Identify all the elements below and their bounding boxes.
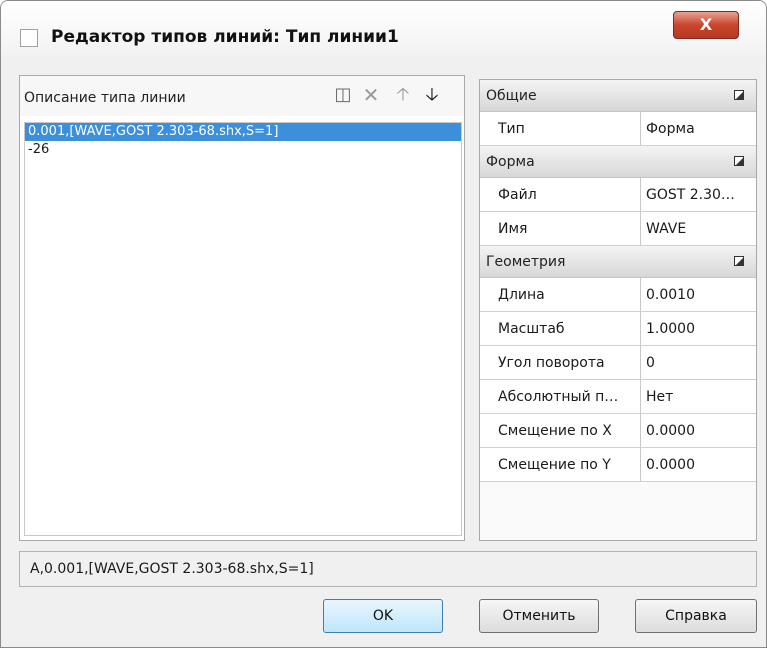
- property-divider: [640, 380, 641, 413]
- property-row[interactable]: Угол поворота 0: [480, 346, 756, 380]
- property-value[interactable]: 0: [646, 355, 752, 371]
- property-row[interactable]: Масштаб 1.0000: [480, 312, 756, 346]
- description-line[interactable]: 0.001,[WAVE,GOST 2.303-68.shx,S=1]: [25, 123, 461, 141]
- title-bar[interactable]: Редактор типов линий: Тип линии1 X: [1, 1, 766, 57]
- property-row[interactable]: Смещение по X 0.0000: [480, 414, 756, 448]
- property-value[interactable]: Нет: [646, 389, 752, 405]
- property-value[interactable]: 0.0000: [646, 457, 752, 473]
- ok-button[interactable]: OK: [323, 599, 443, 633]
- property-value[interactable]: 1.0000: [646, 321, 752, 337]
- property-divider: [640, 112, 641, 145]
- description-list[interactable]: 0.001,[WAVE,GOST 2.303-68.shx,S=1] -26: [24, 122, 462, 536]
- property-group-header[interactable]: Общие: [480, 80, 756, 112]
- property-name: Смещение по Y: [498, 457, 611, 473]
- window-title: Редактор типов линий: Тип линии1: [51, 27, 399, 47]
- line-type-editor-dialog: Редактор типов линий: Тип линии1 X Описа…: [0, 0, 767, 648]
- delete-icon[interactable]: ✕: [360, 84, 382, 106]
- property-group-label: Форма: [486, 154, 535, 170]
- property-group-label: Общие: [486, 88, 537, 104]
- property-name: Масштаб: [498, 321, 565, 337]
- help-label: Справка: [665, 608, 727, 624]
- property-row[interactable]: Файл GOST 2.30…: [480, 178, 756, 212]
- cancel-label: Отменить: [502, 608, 576, 624]
- property-row[interactable]: Длина 0.0010: [480, 278, 756, 312]
- line-definition-text: A,0.001,[WAVE,GOST 2.303-68.shx,S=1]: [30, 561, 314, 577]
- new-icon[interactable]: ◫: [332, 84, 354, 106]
- property-name: Тип: [498, 121, 525, 137]
- description-line[interactable]: -26: [25, 141, 461, 159]
- property-divider: [640, 414, 641, 447]
- property-divider: [640, 312, 641, 345]
- line-definition-field: A,0.001,[WAVE,GOST 2.303-68.shx,S=1]: [19, 551, 757, 587]
- property-value[interactable]: GOST 2.30…: [646, 187, 752, 203]
- property-group-header[interactable]: Форма: [480, 146, 756, 178]
- collapse-icon[interactable]: [734, 256, 744, 266]
- property-grid: Общие Тип Форма Форма Файл GOST 2.30… Имя WAVE Г…: [479, 79, 757, 541]
- property-divider: [640, 212, 641, 245]
- property-group-label: Геометрия: [486, 254, 566, 270]
- property-row[interactable]: Смещение по Y 0.0000: [480, 448, 756, 482]
- move-up-icon[interactable]: 🡡: [392, 84, 414, 106]
- property-divider: [640, 278, 641, 311]
- property-name: Абсолютный п…: [498, 389, 619, 405]
- description-header: Описание типа линии ◫ ✕ 🡡 🡣: [20, 76, 464, 116]
- ok-label: OK: [372, 608, 394, 624]
- move-down-icon[interactable]: 🡣: [421, 84, 443, 106]
- property-value[interactable]: 0.0010: [646, 287, 752, 303]
- property-row[interactable]: Абсолютный п… Нет: [480, 380, 756, 414]
- property-group-header[interactable]: Геометрия: [480, 246, 756, 278]
- help-button[interactable]: Справка: [635, 599, 757, 633]
- close-button[interactable]: X: [673, 11, 739, 39]
- property-name: Смещение по X: [498, 423, 612, 439]
- property-divider: [640, 346, 641, 379]
- property-name: Угол поворота: [498, 355, 605, 371]
- description-label: Описание типа линии: [24, 90, 186, 106]
- collapse-icon[interactable]: [734, 156, 744, 166]
- property-divider: [640, 448, 641, 481]
- property-value[interactable]: Форма: [646, 121, 752, 137]
- cancel-button[interactable]: Отменить: [479, 599, 599, 633]
- property-value[interactable]: WAVE: [646, 221, 752, 237]
- property-name: Длина: [498, 287, 545, 303]
- property-value[interactable]: 0.0000: [646, 423, 752, 439]
- property-row[interactable]: Тип Форма: [480, 112, 756, 146]
- property-row[interactable]: Имя WAVE: [480, 212, 756, 246]
- description-panel: Описание типа линии ◫ ✕ 🡡 🡣 0.001,[WAVE,…: [19, 75, 465, 541]
- window-icon: [20, 29, 38, 47]
- property-name: Файл: [498, 187, 537, 203]
- property-divider: [640, 178, 641, 211]
- property-name: Имя: [498, 221, 528, 237]
- collapse-icon[interactable]: [734, 90, 744, 100]
